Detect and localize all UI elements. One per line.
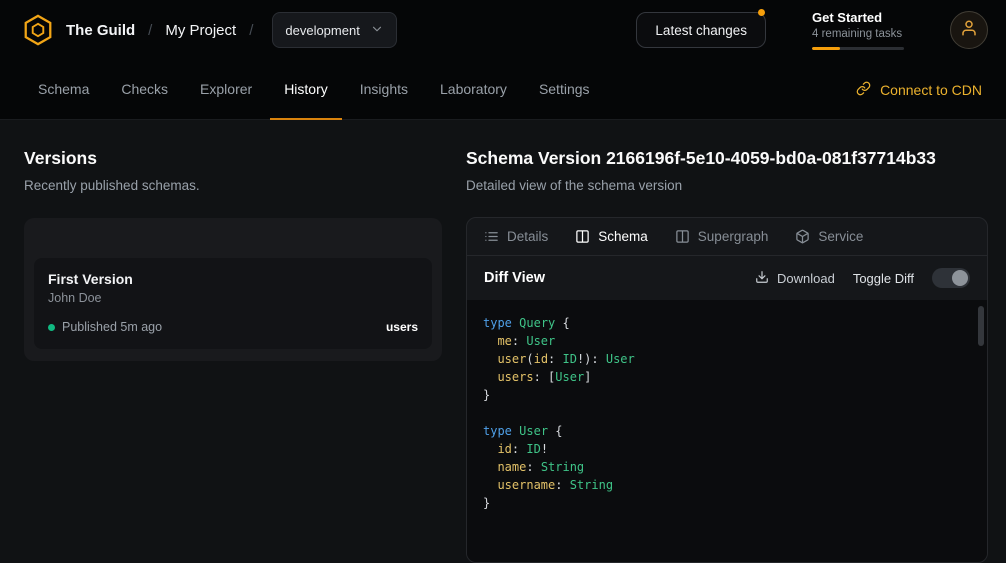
schema-version-title: Schema Version 2166196f-5e10-4059-bd0a-0… xyxy=(466,148,988,169)
panel-tab-label: Details xyxy=(507,229,548,244)
version-author: John Doe xyxy=(48,291,418,305)
nav-tab-checks[interactable]: Checks xyxy=(107,60,182,120)
panel-tab-label: Service xyxy=(818,229,863,244)
user-avatar[interactable] xyxy=(950,11,988,49)
environment-selector[interactable]: development xyxy=(272,12,396,48)
environment-selector-value: development xyxy=(285,23,359,38)
versions-section: Versions Recently published schemas. Fir… xyxy=(24,148,442,563)
user-icon xyxy=(960,19,978,42)
panel-tab-schema[interactable]: Schema xyxy=(575,229,648,244)
nav-tab-settings[interactable]: Settings xyxy=(525,60,604,120)
columns-icon xyxy=(575,229,590,244)
list-icon xyxy=(484,229,499,244)
get-started-progress-fill xyxy=(812,47,840,50)
schema-version-panel: Details Schema Supergraph Service Diff View… xyxy=(466,217,988,563)
get-started-subtitle: 4 remaining tasks xyxy=(812,28,904,40)
panel-tab-label: Supergraph xyxy=(698,229,769,244)
diff-view-title: Diff View xyxy=(484,270,545,286)
diff-toggle-switch[interactable] xyxy=(932,268,970,288)
chevron-down-icon xyxy=(370,22,384,39)
version-name: First Version xyxy=(48,271,418,287)
schema-code: type Query { me: User user(id: ID!): Use… xyxy=(483,314,971,512)
notification-dot xyxy=(758,9,765,16)
get-started-progress-bar xyxy=(812,47,904,50)
version-status: Published 5m ago xyxy=(62,320,162,334)
versions-subtitle: Recently published schemas. xyxy=(24,178,442,193)
version-service-badge: users xyxy=(386,320,418,334)
versions-title: Versions xyxy=(24,148,442,169)
nav-tab-laboratory[interactable]: Laboratory xyxy=(426,60,521,120)
nav-tab-explorer[interactable]: Explorer xyxy=(186,60,266,120)
main-nav: SchemaChecksExplorerHistoryInsightsLabor… xyxy=(0,60,1006,120)
panel-tab-supergraph[interactable]: Supergraph xyxy=(675,229,769,244)
latest-changes-button[interactable]: Latest changes xyxy=(636,12,766,48)
scrollbar-thumb[interactable] xyxy=(978,306,984,346)
get-started-title: Get Started xyxy=(812,10,904,25)
nav-tab-insights[interactable]: Insights xyxy=(346,60,422,120)
download-button[interactable]: Download xyxy=(755,270,835,287)
box-icon xyxy=(795,229,810,244)
schema-code-viewer[interactable]: type Query { me: User user(id: ID!): Use… xyxy=(467,300,987,562)
nav-tab-history[interactable]: History xyxy=(270,60,342,120)
guild-logo-icon[interactable] xyxy=(20,12,56,48)
link-icon xyxy=(856,81,871,99)
top-bar: The Guild / My Project / development Lat… xyxy=(0,0,1006,60)
latest-changes-label: Latest changes xyxy=(655,23,747,38)
breadcrumb: The Guild / My Project / development xyxy=(20,12,397,48)
breadcrumb-separator: / xyxy=(249,22,253,39)
columns-icon xyxy=(675,229,690,244)
toggle-diff-label: Toggle Diff xyxy=(853,271,914,286)
version-card[interactable]: First Version John Doe Published 5m ago … xyxy=(34,258,432,349)
breadcrumb-project[interactable]: My Project xyxy=(165,22,236,39)
nav-tab-schema[interactable]: Schema xyxy=(24,60,103,120)
breadcrumb-org[interactable]: The Guild xyxy=(66,22,135,39)
panel-tab-service[interactable]: Service xyxy=(795,229,863,244)
versions-list: First Version John Doe Published 5m ago … xyxy=(24,218,442,361)
connect-cdn-label: Connect to CDN xyxy=(880,82,982,98)
panel-tab-details[interactable]: Details xyxy=(484,229,548,244)
get-started-widget[interactable]: Get Started 4 remaining tasks xyxy=(812,10,904,50)
schema-version-section: Schema Version 2166196f-5e10-4059-bd0a-0… xyxy=(466,148,988,563)
download-label: Download xyxy=(777,271,835,286)
connect-cdn-link[interactable]: Connect to CDN xyxy=(856,60,982,119)
breadcrumb-separator: / xyxy=(148,22,152,39)
published-dot-icon xyxy=(48,324,55,331)
toggle-knob xyxy=(952,270,968,286)
schema-version-subtitle: Detailed view of the schema version xyxy=(466,178,988,193)
panel-tab-label: Schema xyxy=(598,229,648,244)
download-icon xyxy=(755,270,769,287)
